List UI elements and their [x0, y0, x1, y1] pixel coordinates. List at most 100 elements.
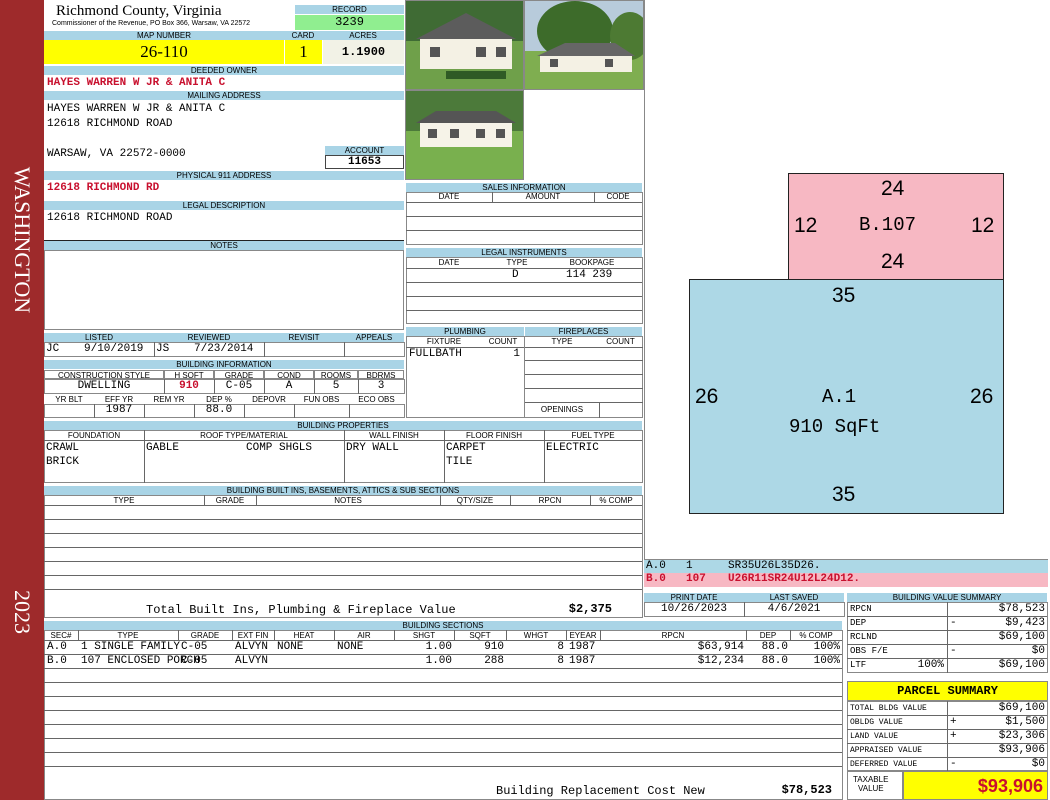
heated-sqft: 910 — [179, 380, 199, 392]
reviewed-date: 7/23/2014 — [194, 343, 254, 355]
legend-b-path: U26R11SR24U12L24D12. — [728, 573, 861, 585]
house-photo-1 — [405, 0, 524, 90]
section-cell: C-05 — [181, 641, 208, 653]
sketch-b-top: 24 — [881, 177, 905, 200]
last-saved-header: LAST SAVED — [744, 593, 844, 602]
value-summary-label: OBS F/E — [850, 646, 888, 656]
sketch-a-right: 26 — [970, 385, 994, 408]
record-header: RECORD — [295, 5, 404, 14]
replacement-cost-label: Building Replacement Cost New — [496, 784, 705, 798]
fireplace-openings: OPENINGS — [540, 405, 584, 414]
section-cell: B.0 — [47, 655, 67, 667]
floor-finish-2: TILE — [446, 456, 473, 468]
district-name: WASHINGTON — [10, 166, 35, 314]
acres-header: ACRES — [322, 31, 404, 40]
value-summary-value: $0 — [1031, 645, 1045, 657]
col-yr-blt: YR BLT — [44, 395, 94, 404]
legal-description: 12618 RICHMOND ROAD — [47, 212, 173, 224]
district-sidebar: WASHINGTON 2023 — [0, 0, 44, 800]
construction-style: DWELLING — [77, 380, 131, 392]
appeals-header: APPEALS — [344, 333, 404, 342]
section-cell: $63,914 — [697, 641, 744, 653]
instrument-type: D — [512, 269, 519, 281]
section-cell: 88.0 — [761, 641, 788, 653]
instrument-bookpage: 114 239 — [566, 269, 613, 281]
map-number-header: MAP NUMBER — [44, 31, 284, 40]
section-cell: C-05 — [181, 655, 208, 667]
section-cell: ALVYN — [235, 641, 269, 653]
legend-a-code: A.0 — [646, 560, 666, 572]
parcel-summary-label: DEFERRED VALUE — [850, 760, 918, 769]
sales-table — [406, 192, 643, 245]
sketch-a-sqft: 910 SqFt — [789, 416, 881, 438]
section-cell: 288 — [484, 655, 504, 667]
physical-address-header: PHYSICAL 911 ADDRESS — [44, 171, 404, 180]
builtins-header: BUILDING BUILT INS, BASEMENTS, ATTICS & … — [44, 486, 642, 495]
foundation-1: CRAWL — [46, 442, 80, 454]
value-summary-header: BUILDING VALUE SUMMARY — [847, 593, 1047, 602]
listed-by: JC — [46, 343, 60, 355]
legend-a-path: SR35U26L35D26. — [728, 560, 821, 572]
effective-year: 1987 — [105, 404, 133, 416]
house-photo-2 — [524, 0, 644, 90]
col-dep: DEP % — [194, 395, 244, 404]
record-number: 3239 — [295, 15, 404, 30]
parcel-summary-header: PARCEL SUMMARY — [847, 681, 1048, 701]
section-cell: 1987 — [569, 641, 596, 653]
value-summary-pct: 100% — [917, 659, 944, 671]
reviewed-header: REVIEWED — [154, 333, 264, 342]
col-depovr: DEPOVR — [244, 395, 294, 404]
sales-header: SALES INFORMATION — [406, 183, 642, 192]
value-summary-value: $9,423 — [1005, 617, 1045, 629]
roof-type: GABLE — [146, 442, 180, 454]
wall-finish: DRY WALL — [346, 442, 399, 454]
section-cell: 100% — [813, 655, 840, 667]
section-cell: 88.0 — [761, 655, 788, 667]
section-cell: 1.00 — [425, 641, 452, 653]
taxable-label-1: TAXABLE — [853, 775, 889, 784]
condition: A — [285, 380, 293, 392]
sketch-b-label: B.107 — [859, 214, 917, 236]
building-info-header: BUILDING INFORMATION — [44, 360, 404, 369]
physical-address: 12618 RICHMOND RD — [47, 182, 160, 194]
instruments-header: LEGAL INSTRUMENTS — [406, 248, 642, 257]
col-hsqft: H SQFT — [164, 370, 214, 379]
builtins-table — [44, 495, 643, 618]
parcel-summary-sign: + — [950, 716, 957, 728]
section-cell: 1.00 — [425, 655, 452, 667]
county-title: Richmond County, Virginia — [56, 3, 222, 19]
col-cond: COND — [264, 370, 314, 379]
building-properties-header: BUILDING PROPERTIES — [44, 421, 642, 430]
building-sections-header: BUILDING SECTIONS — [44, 621, 842, 630]
mailing-line-2: 12618 RICHMOND ROAD — [47, 118, 173, 130]
plumbing-fixture: FULLBATH — [409, 348, 462, 360]
parcel-summary-label: OBLDG VALUE — [850, 718, 903, 727]
parcel-summary-label: APPRAISED VALUE — [850, 746, 923, 755]
parcel-summary-label: TOTAL BLDG VALUE — [850, 704, 927, 713]
notes-header: NOTES — [44, 241, 404, 250]
section-cell: 910 — [484, 641, 504, 653]
builtins-total: $2,375 — [568, 602, 612, 616]
commissioner-address: Commissioner of the Revenue, PO Box 366,… — [52, 20, 251, 27]
sketch-a-bottom: 35 — [832, 483, 856, 506]
value-summary-sign: - — [950, 617, 957, 629]
section-cell: ALVYN — [235, 655, 269, 667]
taxable-label-2: VALUE — [858, 784, 884, 793]
legend-b-code: B.0 — [646, 573, 666, 585]
section-cell: NONE — [277, 641, 304, 653]
section-cell: 1 SINGLE FAMILY — [81, 641, 181, 653]
col-bdrms: BDRMS — [358, 370, 404, 379]
value-summary-label: DEP — [850, 618, 867, 628]
fuel-type: ELECTRIC — [546, 442, 599, 454]
reviewed-by: JS — [156, 343, 170, 355]
mailing-line-3: WARSAW, VA 22572-0000 — [47, 148, 186, 160]
value-summary-label: RCLND — [850, 632, 878, 642]
col-eff-yr: EFF YR — [94, 395, 144, 404]
card-number: 1 — [285, 40, 322, 64]
print-date-header: PRINT DATE — [644, 593, 744, 602]
sketch-b-right: 12 — [971, 214, 995, 237]
section-cell: 107 ENCLOSED PORCH — [81, 655, 200, 667]
value-summary-value: $69,100 — [998, 631, 1045, 643]
sketch-a-top: 35 — [832, 284, 856, 307]
col-rem-yr: REM YR — [144, 395, 194, 404]
